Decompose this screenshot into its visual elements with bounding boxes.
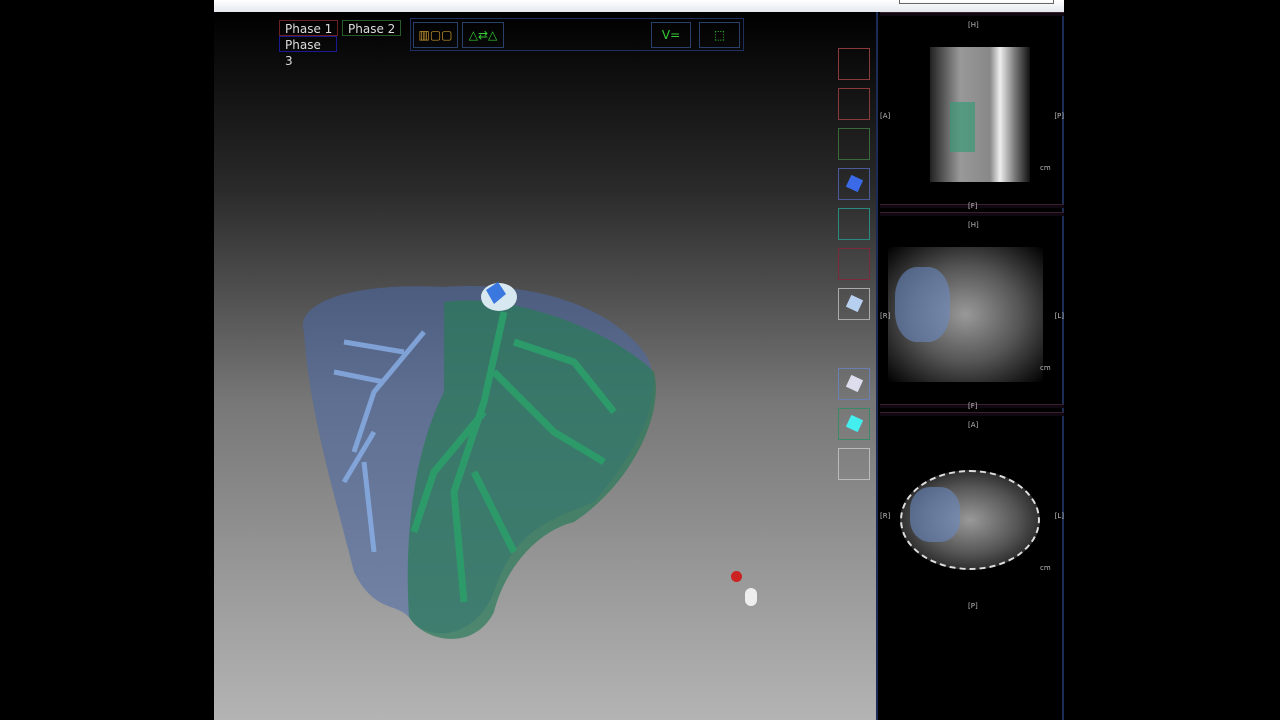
label-unit: cm: [1040, 364, 1051, 372]
tab-phase-3[interactable]: Phase 3: [279, 36, 337, 68]
title-input[interactable]: [899, 0, 1054, 4]
light-cube-icon: [845, 294, 864, 313]
ct-views-panel: [H] [A] [P] cm [F] [H] [R] [L] cm [F] [A…: [876, 12, 1064, 720]
axial-view[interactable]: [A] [R] [L] cm [P]: [880, 412, 1064, 610]
layer-toggle-portal[interactable]: [838, 168, 870, 200]
label-right: [L]: [1054, 312, 1064, 320]
mouse-cursor-icon: [731, 571, 742, 582]
label-left: [A]: [880, 112, 891, 120]
layer-toggle-5[interactable]: [838, 208, 870, 240]
tab-phase-2[interactable]: Phase 2: [342, 20, 402, 36]
layer-toggle-liver[interactable]: [838, 288, 870, 320]
cube-pair-icon: [845, 374, 864, 393]
layer-toggle-9[interactable]: [838, 408, 870, 440]
label-bottom: [P]: [968, 602, 978, 610]
label-right: [P]: [1054, 112, 1064, 120]
liver-3d-model: [302, 282, 656, 639]
coronal-view[interactable]: [H] [R] [L] cm [F]: [880, 212, 1064, 410]
tab-phase-1[interactable]: Phase 1: [279, 20, 339, 36]
label-top: [H]: [968, 221, 979, 229]
layer-toggle-3[interactable]: [838, 128, 870, 160]
label-bottom: [F]: [968, 202, 978, 210]
3d-viewport[interactable]: [214, 12, 876, 720]
label-unit: cm: [1040, 164, 1051, 172]
layer-toggle-8[interactable]: [838, 368, 870, 400]
shape-transfer-icon[interactable]: △⇄△: [462, 22, 504, 48]
label-left: [R]: [880, 512, 891, 520]
volume-button[interactable]: V=: [651, 22, 691, 48]
blue-cube-icon: [845, 174, 864, 193]
cyan-cube-icon: [845, 414, 864, 433]
cube-icon[interactable]: ⬚: [699, 22, 740, 48]
label-right: [L]: [1054, 512, 1064, 520]
toolbar-panel: [410, 18, 744, 51]
label-top: [H]: [968, 21, 979, 29]
layer-toggle-10[interactable]: [838, 448, 870, 480]
ruler-cube-icon[interactable]: ▥▢▢: [413, 22, 458, 48]
label-top: [A]: [968, 421, 979, 429]
layer-toggle-1[interactable]: [838, 48, 870, 80]
sagittal-view[interactable]: [H] [A] [P] cm [F]: [880, 12, 1064, 210]
window-titlebar: [214, 0, 1064, 12]
label-left: [R]: [880, 312, 891, 320]
label-bottom: [F]: [968, 402, 978, 410]
layer-toggle-2[interactable]: [838, 88, 870, 120]
layer-toggle-6[interactable]: [838, 248, 870, 280]
label-unit: cm: [1040, 564, 1051, 572]
mouse-icon: [745, 588, 757, 606]
